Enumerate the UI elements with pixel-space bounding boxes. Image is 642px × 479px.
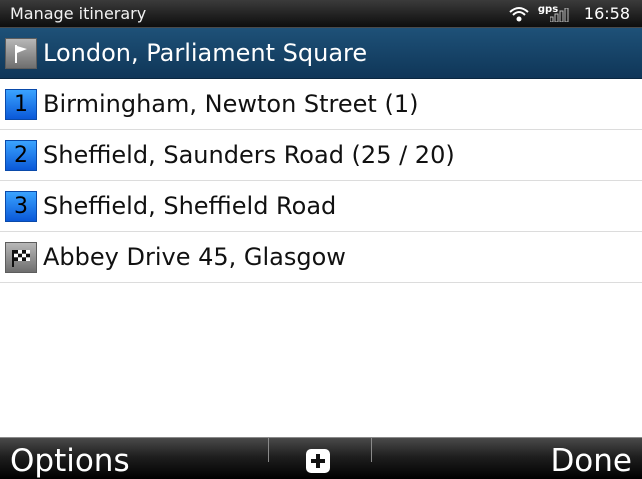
itinerary-item-destination[interactable]: Abbey Drive 45, Glasgow [0,232,642,283]
status-indicators: gps 16:58 [508,4,630,24]
plus-icon [306,449,330,473]
itinerary-item-label: Sheffield, Sheffield Road [43,192,337,220]
options-button[interactable]: Options [10,443,130,479]
clock: 16:58 [583,4,630,23]
itinerary-item-2[interactable]: 2 Sheffield, Saunders Road (25 / 20) [0,130,642,181]
softkey-divider [371,438,372,462]
softkey-bar: Options Done [0,437,642,479]
itinerary-item-label: Birmingham, Newton Street (1) [43,90,419,118]
status-bar: Manage itinerary gps 16:58 [0,0,642,28]
wifi-icon [509,7,529,22]
waypoint-number-badge: 2 [5,140,37,171]
waypoint-number-badge: 1 [5,89,37,120]
softkey-divider [268,438,269,462]
itinerary-item-1[interactable]: 1 Birmingham, Newton Street (1) [0,79,642,130]
finish-checkered-flag-icon [5,242,37,273]
start-flag-icon [5,38,37,69]
itinerary-list: London, Parliament Square 1 Birmingham, … [0,28,642,283]
add-waypoint-button[interactable] [305,449,331,473]
done-button[interactable]: Done [550,443,632,479]
itinerary-item-start[interactable]: London, Parliament Square [0,28,642,79]
itinerary-item-label: London, Parliament Square [43,39,368,67]
itinerary-item-label: Sheffield, Saunders Road (25 / 20) [43,141,455,169]
itinerary-item-label: Abbey Drive 45, Glasgow [43,243,346,271]
itinerary-item-3[interactable]: 3 Sheffield, Sheffield Road [0,181,642,232]
gps-signal-bars-icon [549,8,569,22]
window-title: Manage itinerary [10,4,147,23]
gps-signal-indicator: gps [538,4,572,24]
waypoint-number-badge: 3 [5,191,37,222]
